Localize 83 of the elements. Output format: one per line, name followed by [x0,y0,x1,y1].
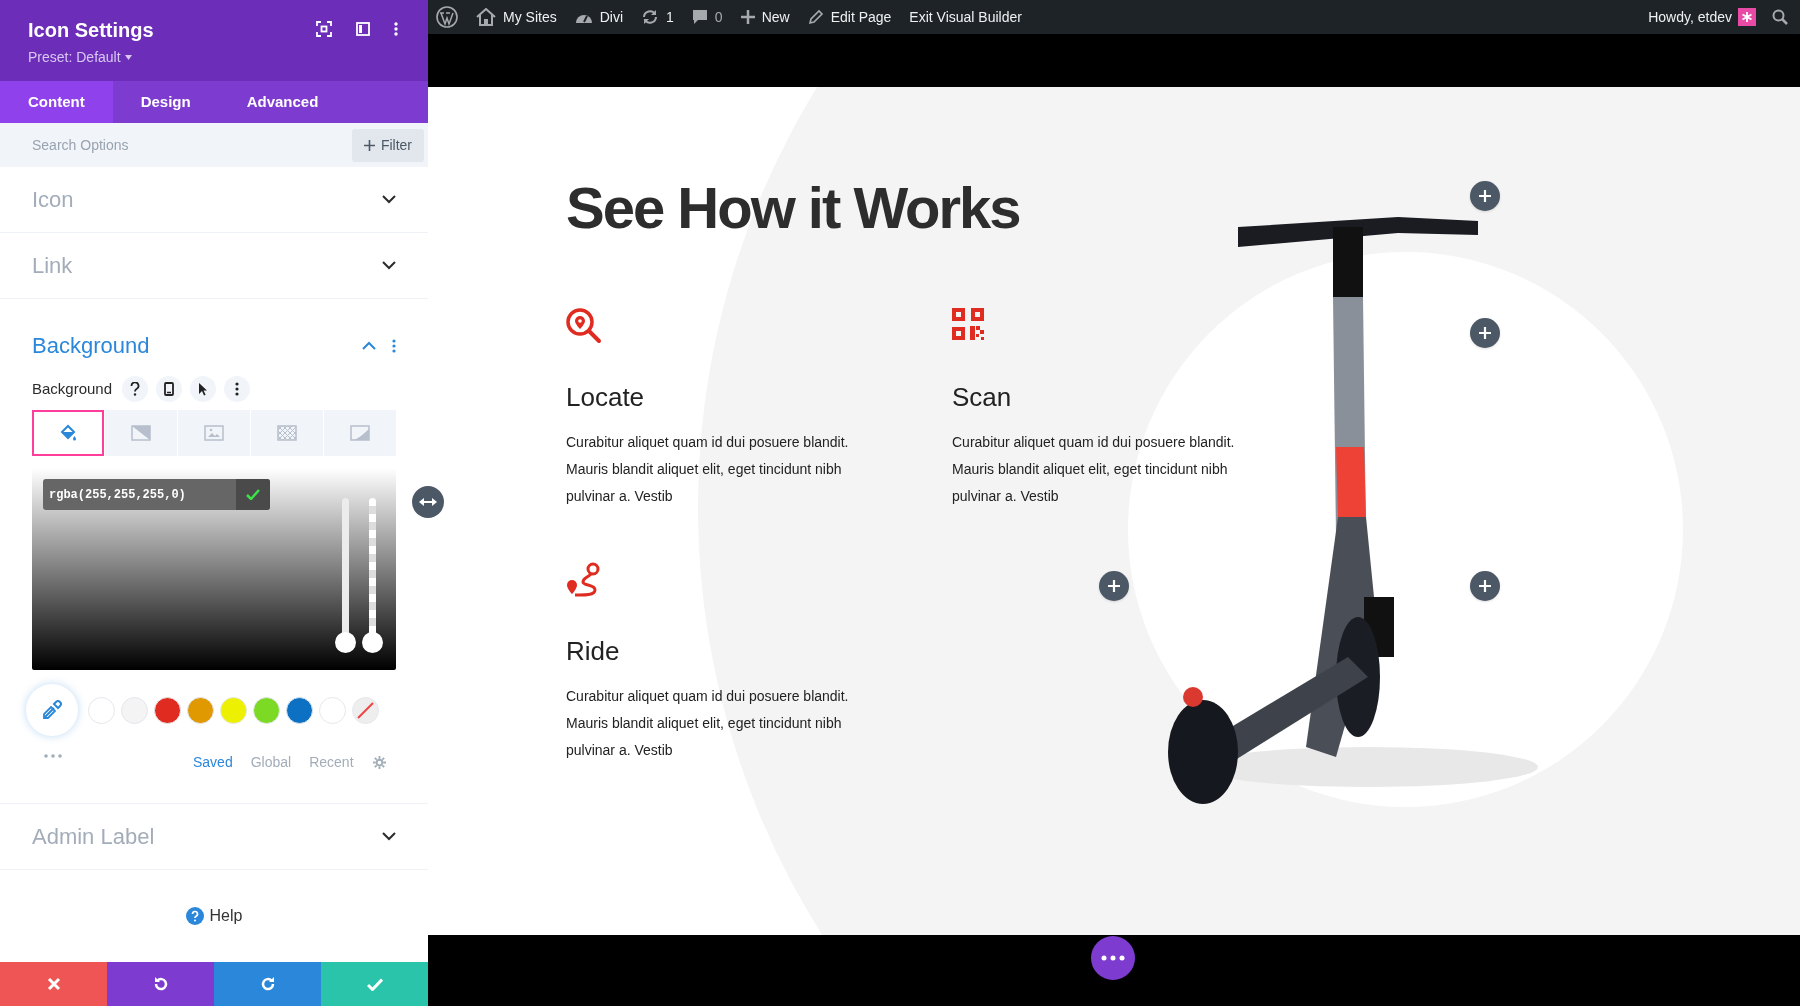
route-icon [566,562,602,598]
mobile-icon[interactable] [156,376,183,402]
sidebar-layout-icon[interactable] [356,22,370,36]
cursor-icon[interactable] [190,376,217,402]
feature-description: Curabitur aliquet quam id dui posuere blandit. Mauris blandit aliquet elit, eget tincidunt nibh pulvinar a. Vestib [566,687,850,760]
slider-thumb[interactable] [362,632,383,653]
color-picker[interactable]: rgba(255,255,255,0) [32,468,396,670]
slider-thumb[interactable] [335,632,356,653]
panel-title: Icon Settings [28,18,154,43]
panel-tab[interactable]: Content [0,81,113,123]
comment-icon [691,9,708,25]
gradient-icon [131,425,151,441]
caret-icon[interactable] [124,55,132,60]
plus-icon [363,139,375,151]
pattern-icon [277,425,297,441]
color-swatch[interactable] [88,696,115,724]
admin-bar-link[interactable]: New [740,6,790,28]
preset-label[interactable]: Preset: Default [28,47,121,68]
no-color-swatch[interactable] [352,696,379,724]
panel-tab[interactable]: Advanced [218,81,347,123]
field-label: Background [32,378,113,399]
opacity-slider[interactable] [362,498,383,653]
admin-bar-link[interactable]: Exit Visual Builder [909,6,1022,28]
plus-icon [740,10,755,24]
plus-icon [1479,190,1491,202]
feature-title: Scan [952,381,1013,414]
hue-slider[interactable] [335,498,356,653]
house-icon [476,8,496,26]
feature-description: Curabitur aliquet quam id dui posuere blandit. Mauris blandit aliquet elit, eget tincidunt nibh pulvinar a. Vestib [952,433,1236,506]
help-icon[interactable] [122,376,149,402]
more-options-icon[interactable] [394,22,398,36]
color-swatch[interactable] [220,696,247,724]
plus-icon [1479,327,1491,339]
mask-icon [350,425,370,441]
eyedropper-button[interactable] [26,684,78,736]
double-arrow-icon [419,497,437,507]
confirm-button[interactable] [236,479,270,510]
check-icon [366,977,383,991]
paint-bucket-icon [59,424,77,442]
palette-tab[interactable]: Saved [193,752,233,773]
color-swatch[interactable] [154,696,181,724]
help-link[interactable]: Help [185,904,243,928]
close-icon [46,977,61,991]
collapse-icon[interactable] [362,341,376,350]
wordpress-menu[interactable] [436,6,458,28]
color-swatch[interactable] [253,696,280,724]
search-bar[interactable]: Search Options Filter [0,123,428,167]
qr-code-icon [952,308,984,340]
check-icon [246,489,260,500]
dots-icon [1101,955,1125,961]
admin-bar-link[interactable]: 1 [641,6,674,28]
feature-title: Ride [566,635,621,668]
color-swatch[interactable] [286,696,313,724]
feature-title: Locate [566,381,646,414]
color-swatch[interactable] [187,696,214,724]
account-menu[interactable]: Howdy, etdev [1648,6,1756,28]
expand-icon[interactable] [382,195,396,204]
expand-icon[interactable] [382,261,396,270]
filter-button[interactable]: Filter [351,128,424,162]
admin-bar-link[interactable]: 0 [691,6,723,28]
color-swatch[interactable] [121,696,148,724]
more-options-icon[interactable] [392,338,396,353]
avatar-icon [1738,8,1756,26]
pencil-icon [807,9,824,25]
section-heading: See How it Works [566,179,1020,237]
panel-tab[interactable]: Design [112,81,219,123]
refresh-icon [641,9,660,25]
wordpress-logo-icon [436,6,458,28]
feature-description: Curabitur aliquet quam id dui posuere blandit. Mauris blandit aliquet elit, eget tincidunt nibh pulvinar a. Vestib [566,433,850,506]
admin-bar-link[interactable]: My Sites [476,6,557,28]
color-swatch[interactable] [319,696,346,724]
help-icon [185,907,204,925]
plus-icon [1108,580,1120,592]
admin-bar-link[interactable]: Edit Page [807,6,892,28]
search-icon[interactable] [1772,9,1788,25]
color-value-field[interactable]: rgba(255,255,255,0) [43,479,270,510]
eyedropper-icon [42,700,62,720]
admin-bar-link[interactable]: Divi [574,6,624,28]
expand-icon[interactable] [382,832,396,841]
image-icon [204,425,224,441]
magnifier-pin-icon [566,308,602,344]
section-title[interactable]: Background [32,329,150,362]
plus-icon [1479,580,1491,592]
